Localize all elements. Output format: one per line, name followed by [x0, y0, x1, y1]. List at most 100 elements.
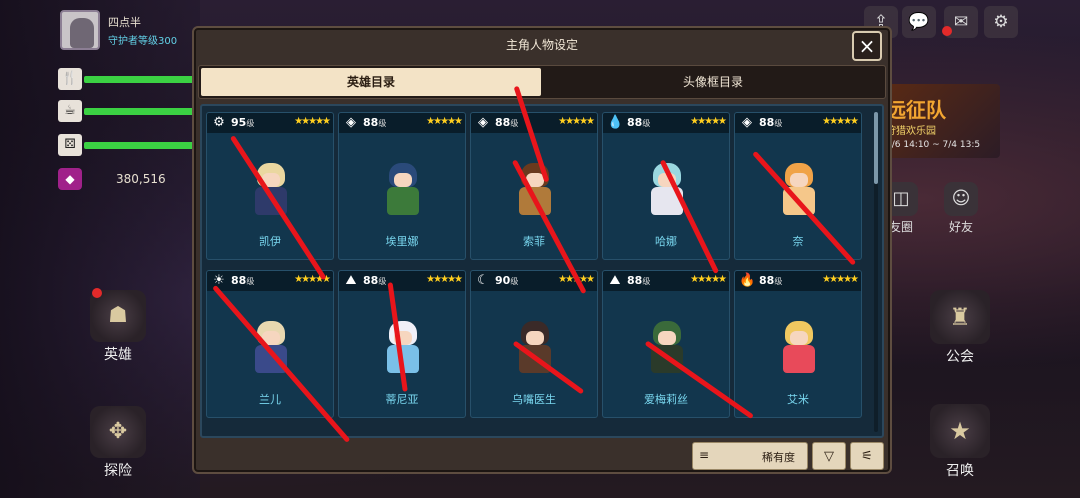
hero-card-header: ☀ 88级 ★★★★★ [207, 271, 333, 291]
hero-portrait [775, 319, 823, 379]
filter-button[interactable]: ⚟ [850, 442, 884, 470]
summon-icon: ★ [930, 404, 990, 458]
cup-row: ☕ ⌕ [58, 100, 226, 122]
sort-dropdown[interactable]: ≡ 稀有度 [692, 442, 808, 470]
tab-frame-catalog[interactable]: 头像框目录 [543, 68, 883, 96]
hero-level-unit: 级 [510, 119, 519, 128]
hero-level-unit: 级 [246, 277, 255, 286]
hero-level-unit: 级 [378, 119, 387, 128]
close-icon: × [858, 34, 876, 58]
scrollbar[interactable] [874, 112, 878, 432]
hero-level-unit: 级 [774, 277, 783, 286]
hero-level-unit: 级 [774, 119, 783, 128]
sort-direction-button[interactable]: ▽ [812, 442, 846, 470]
dice-bar [84, 142, 202, 149]
triangle-down-icon: ▽ [824, 449, 834, 464]
nav-explore[interactable]: ✥ 探险 [88, 406, 148, 480]
character-settings-modal: 主角人物设定 × 英雄目录 头像框目录 ⚙ 95级 ★★★★★ 凯伊 ◈ 88级 ★★★★★… [192, 26, 892, 474]
mail-notification-dot [942, 26, 952, 36]
gem-row: ◆ 380,516 [58, 168, 188, 190]
hero-level-value: 88 [363, 274, 379, 287]
player-profile[interactable]: 四点半 守护者等级300 [58, 8, 198, 52]
tab-hero-catalog[interactable]: 英雄目录 [201, 68, 541, 96]
stamina-fill [84, 76, 202, 83]
dice-icon: ⚄ [58, 134, 82, 156]
event-banner[interactable]: 远征队 狩猎欢乐园 6/6 14:10 ~ 7/4 13:5 [882, 84, 1000, 158]
nav-summon[interactable]: ★ 召唤 [928, 404, 992, 480]
modal-title: 主角人物设定 [505, 38, 578, 52]
hero-name: 爱梅莉丝 [644, 393, 688, 406]
hero-level-value: 88 [495, 116, 511, 129]
cup-bar [84, 108, 202, 115]
hero-card[interactable]: ⛰ 88级 ★★★★★ 蒂尼亚 [338, 270, 466, 418]
cup-icon: ☕ [58, 100, 82, 122]
nav-explore-label: 探险 [104, 463, 132, 479]
tab-bar: 英雄目录 头像框目录 [198, 65, 886, 99]
hero-name: 索菲 [523, 235, 545, 248]
hero-name: 乌嘴医生 [512, 393, 556, 406]
nav-guild-label: 公会 [946, 349, 974, 365]
stamina-bar [84, 76, 202, 83]
nav-heroes[interactable]: ☗ 英雄 [88, 290, 148, 364]
hero-card[interactable]: ◈ 88级 ★★★★★ 奈 [734, 112, 862, 260]
hero-card[interactable]: 💧 88级 ★★★★★ 哈娜 [602, 112, 730, 260]
hero-card[interactable]: 🔥 88级 ★★★★★ 艾米 [734, 270, 862, 418]
hero-level-unit: 级 [642, 119, 651, 128]
cup-fill [84, 108, 202, 115]
gear-icon[interactable]: ⚙ [984, 6, 1018, 38]
hero-card-header: ◈ 88级 ★★★★★ [735, 113, 861, 133]
event-subtitle: 狩猎欢乐园 [886, 126, 936, 137]
hero-level: 88级 [495, 116, 518, 129]
hero-stars: ★★★★★ [426, 274, 463, 285]
hero-name: 艾米 [787, 393, 809, 406]
hero-card-header: ⛰ 88级 ★★★★★ [603, 271, 729, 291]
hero-level-value: 88 [627, 274, 643, 287]
hero-level-value: 88 [627, 116, 643, 129]
element-icon: ⛰ [345, 273, 357, 288]
event-dates: 6/6 14:10 ~ 7/4 13:5 [886, 140, 981, 150]
player-avatar[interactable] [60, 10, 100, 50]
chat-icon[interactable]: 💬 [902, 6, 936, 38]
scrollbar-thumb[interactable] [874, 112, 878, 184]
friends-button[interactable]: ☺ 好友 [936, 182, 986, 235]
hero-card[interactable]: ⛰ 88级 ★★★★★ 爱梅莉丝 [602, 270, 730, 418]
hero-level-value: 90 [495, 274, 511, 287]
hero-portrait [775, 161, 823, 221]
hero-level-unit: 级 [378, 277, 387, 286]
hero-stars: ★★★★★ [690, 274, 727, 285]
stamina-row: 🍴 ⌕ [58, 68, 226, 90]
hero-level-unit: 级 [246, 119, 255, 128]
hero-stars: ★★★★★ [822, 116, 859, 127]
hero-level-value: 95 [231, 116, 247, 129]
hero-name: 凯伊 [259, 235, 281, 248]
hero-card[interactable]: ◈ 88级 ★★★★★ 埃里娜 [338, 112, 466, 260]
guardian-level: 守护者等级300 [108, 36, 178, 47]
friends-label: 好友 [948, 220, 973, 234]
hero-card[interactable]: ☀ 88级 ★★★★★ 兰儿 [206, 270, 334, 418]
hero-level: 88级 [627, 116, 650, 129]
friends-icon: ☺ [944, 182, 978, 216]
hero-card[interactable]: ⚙ 95级 ★★★★★ 凯伊 [206, 112, 334, 260]
hero-card[interactable]: ☾90级★★★★★乌嘴医生 [470, 270, 598, 418]
element-icon: ⚙ [213, 115, 225, 130]
element-icon: 🔥 [739, 273, 756, 288]
hero-level-value: 88 [363, 116, 379, 129]
hero-level-unit: 级 [642, 277, 651, 286]
hero-level: 88级 [759, 116, 782, 129]
dice-row: ⚄ ⌕ [58, 134, 226, 156]
gem-icon: ◆ [58, 168, 82, 190]
nav-summon-label: 召唤 [946, 463, 974, 479]
hero-stars: ★★★★★ [558, 116, 595, 127]
close-button[interactable]: × [852, 31, 882, 61]
castle-icon: ♜ [930, 290, 990, 344]
hero-card-header: ⚙ 95级 ★★★★★ [207, 113, 333, 133]
hero-card-header: 💧 88级 ★★★★★ [603, 113, 729, 133]
sliders-icon: ⚟ [861, 449, 873, 464]
fork-knife-icon: 🍴 [58, 68, 82, 90]
hero-name: 哈娜 [655, 235, 677, 248]
hero-stars: ★★★★★ [690, 116, 727, 127]
sort-label: 稀有度 [762, 451, 795, 464]
nav-guild[interactable]: ♜ 公会 [928, 290, 992, 366]
hero-level: 88级 [231, 274, 254, 287]
dice-fill [84, 142, 202, 149]
